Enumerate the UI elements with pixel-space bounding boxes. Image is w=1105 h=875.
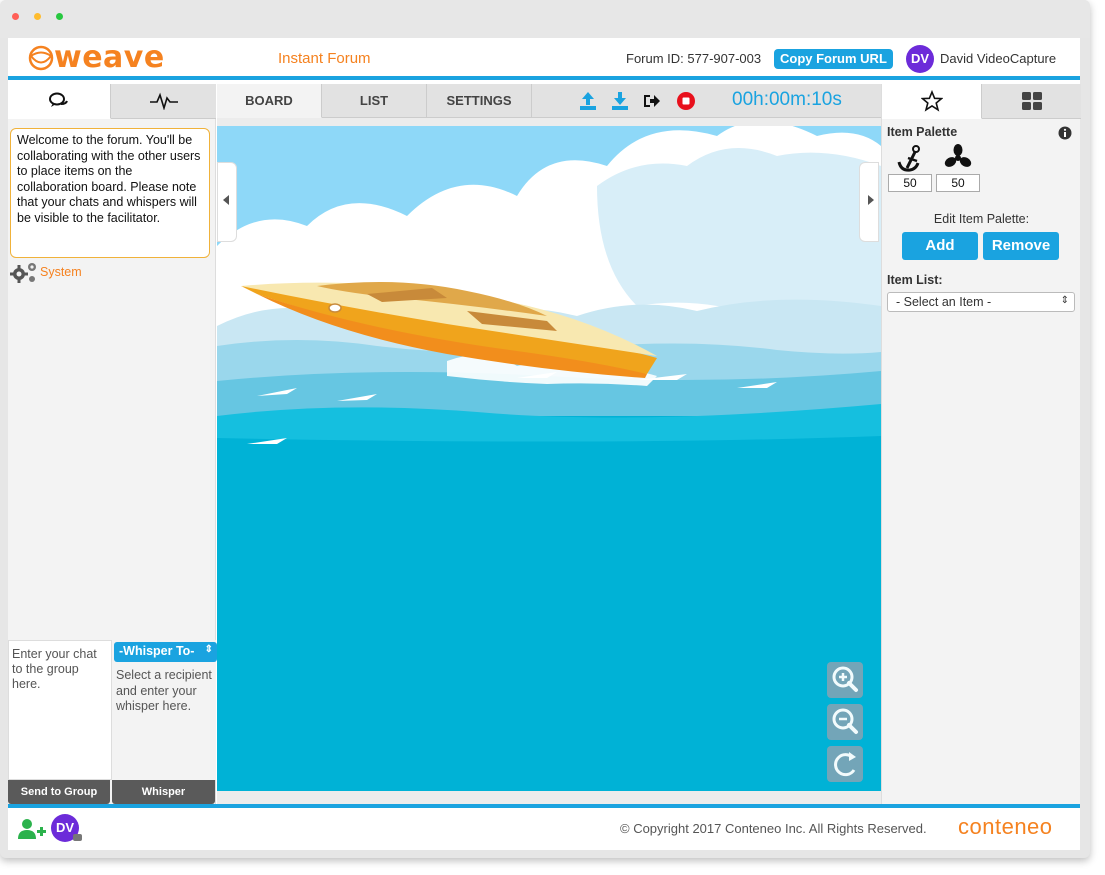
add-user-icon[interactable] <box>18 818 46 840</box>
item-select-value: - Select an Item - <box>896 295 992 309</box>
chevron-left-icon <box>223 195 229 205</box>
group-chat-input[interactable]: Enter your chat to the group here. <box>8 640 112 780</box>
logo-text: weave <box>54 40 165 75</box>
left-panel-toggle[interactable] <box>217 162 237 242</box>
chat-panel: Welcome to the forum. You'll be collabor… <box>8 84 217 804</box>
chevron-right-icon <box>868 195 874 205</box>
item-select[interactable]: - Select an Item - ⇕ <box>887 292 1075 312</box>
close-window-dot[interactable] <box>12 13 19 20</box>
welcome-message: Welcome to the forum. You'll be collabor… <box>10 128 210 258</box>
forum-id: Forum ID: 577-907-003 <box>626 51 762 66</box>
zoom-out-button[interactable] <box>827 704 863 740</box>
system-label: System <box>40 265 82 279</box>
whisper-area: -Whisper To- ⇕ Select a recipient and en… <box>112 640 217 780</box>
item-list-label: Item List: <box>887 273 943 287</box>
zoom-out-icon <box>832 708 858 734</box>
system-sender: System <box>10 260 82 284</box>
whisper-button[interactable]: Whisper <box>112 780 215 804</box>
tab-grid[interactable] <box>982 84 1081 119</box>
weave-app: weave Instant Forum Forum ID: 577-907-00… <box>8 38 1081 850</box>
conteneo-logo[interactable]: conteneo <box>958 814 1053 840</box>
download-icon[interactable] <box>610 91 630 111</box>
info-icon[interactable] <box>1058 126 1072 140</box>
gears-icon <box>10 263 36 283</box>
tab-favorites[interactable] <box>882 84 982 119</box>
tab-settings[interactable]: SETTINGS <box>427 84 532 118</box>
zoom-in-button[interactable] <box>827 662 863 698</box>
session-timer: 00h:00m:10s <box>732 89 842 110</box>
tab-list[interactable]: LIST <box>322 84 427 118</box>
user-avatar[interactable]: DV <box>906 45 934 73</box>
copyright-text: © Copyright 2017 Conteneo Inc. All Right… <box>620 821 927 836</box>
speedboat-background <box>217 126 881 791</box>
board-toolbar: 00h:00m:10s <box>532 84 881 118</box>
reset-icon <box>834 752 856 777</box>
tab-board[interactable]: BOARD <box>217 84 322 118</box>
user-name[interactable]: David VideoCapture <box>940 51 1056 66</box>
select-arrows-icon: ⇕ <box>204 644 213 655</box>
app-footer: DV © Copyright 2017 Conteneo Inc. All Ri… <box>8 804 1080 850</box>
board-area: BOARD LIST SETTINGS 00h:00m:10s <box>217 84 881 804</box>
collaboration-board[interactable] <box>217 126 881 791</box>
propeller-count[interactable]: 50 <box>936 174 980 192</box>
edit-palette-label: Edit Item Palette: <box>933 212 1030 226</box>
tab-chat[interactable] <box>8 84 111 119</box>
weave-logo[interactable]: weave <box>28 42 165 74</box>
star-icon <box>920 90 943 112</box>
add-button[interactable]: Add <box>902 232 978 260</box>
remove-button[interactable]: Remove <box>983 232 1059 260</box>
whisper-input[interactable]: Select a recipient and enter your whispe… <box>116 668 212 715</box>
browser-window: weave Instant Forum Forum ID: 577-907-00… <box>0 0 1090 858</box>
right-panel-toggle[interactable] <box>859 162 879 242</box>
items-panel: Item Palette 50 50 Edit Item Palette: Ad… <box>881 84 1081 804</box>
grid-icon <box>1021 92 1042 110</box>
user-camera-icon <box>73 834 82 841</box>
maximize-window-dot[interactable] <box>56 13 63 20</box>
app-header: weave Instant Forum Forum ID: 577-907-00… <box>8 38 1080 80</box>
title-bar <box>0 0 1090 38</box>
reset-view-button[interactable] <box>827 746 863 782</box>
upload-icon[interactable] <box>578 91 598 111</box>
chat-bubbles-icon <box>49 92 68 107</box>
forum-title: Instant Forum <box>278 50 371 67</box>
select-arrows-icon: ⇕ <box>1060 295 1069 306</box>
weave-logo-icon <box>28 45 54 71</box>
activity-pulse-icon <box>149 92 178 110</box>
tab-activity[interactable] <box>111 84 216 119</box>
stop-record-icon[interactable] <box>676 91 696 111</box>
exit-icon[interactable] <box>642 91 662 111</box>
propeller-icon[interactable] <box>944 144 972 172</box>
anchor-count[interactable]: 50 <box>888 174 932 192</box>
zoom-in-icon <box>832 666 858 692</box>
send-to-group-button[interactable]: Send to Group <box>8 780 110 804</box>
minimize-window-dot[interactable] <box>34 13 41 20</box>
copy-forum-url-button[interactable]: Copy Forum URL <box>774 49 893 69</box>
item-palette-title: Item Palette <box>887 125 958 139</box>
whisper-recipient-select[interactable]: -Whisper To- ⇕ <box>114 642 217 662</box>
anchor-icon[interactable] <box>896 144 926 174</box>
whisper-select-label: -Whisper To- <box>119 644 195 658</box>
